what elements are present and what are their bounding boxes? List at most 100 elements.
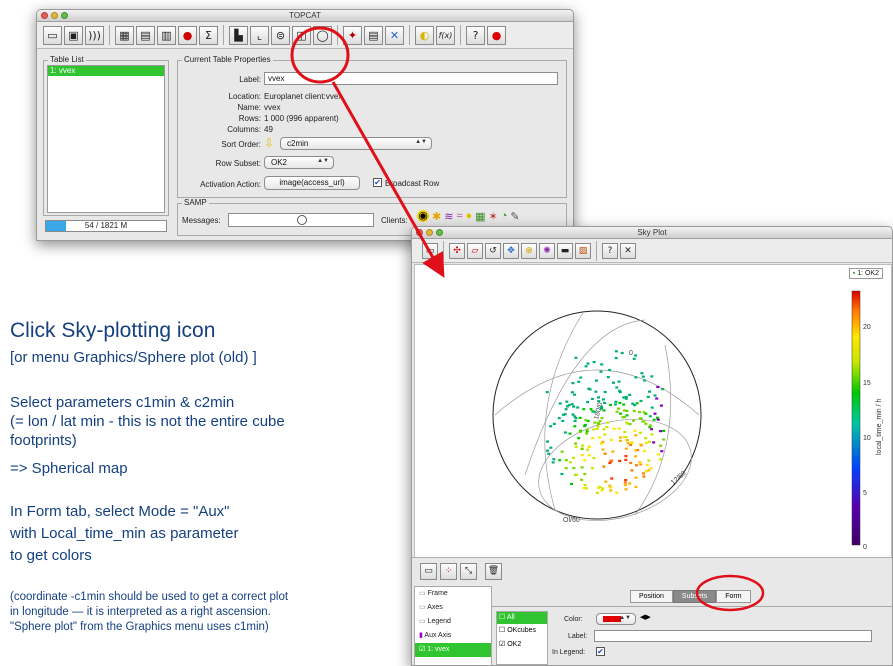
data-point: [576, 406, 580, 409]
data-point: [644, 437, 648, 440]
client-icon[interactable]: ▦: [475, 210, 485, 223]
table-metadata-icon[interactable]: ▤: [136, 25, 155, 45]
add-layer-icon[interactable]: ▭: [420, 563, 437, 580]
client-icon[interactable]: ✱: [432, 210, 441, 223]
load-table-icon[interactable]: ▭: [43, 25, 62, 45]
histogram-icon[interactable]: ▙: [229, 25, 248, 45]
data-point: [582, 486, 586, 490]
layer-item-aux-axis[interactable]: ▮ Aux Axis: [415, 629, 491, 643]
client-icon[interactable]: ✎: [510, 210, 519, 223]
activation-button[interactable]: image(access_url): [264, 176, 360, 190]
subset-item[interactable]: ☑ OK2: [497, 638, 547, 652]
screenshot-stage: TOPCAT ▭ ▣ ))) ▦ ▤ ▥ ● Σ ▙ ⌞ ⊜ ◫ ◯ ✦ ▤ ✕…: [0, 0, 893, 666]
data-point: [610, 438, 613, 441]
data-point: [615, 491, 619, 494]
data-point: [659, 404, 663, 407]
statistics-icon[interactable]: Σ: [199, 25, 218, 45]
data-point: [584, 365, 588, 368]
data-point: [618, 391, 622, 394]
cube-plot-icon[interactable]: ◫: [292, 25, 311, 45]
subsets-icon[interactable]: ●: [178, 25, 197, 45]
replot-icon[interactable]: ▭: [422, 242, 438, 259]
row-subset-select[interactable]: OK2 ▲▼: [264, 156, 334, 169]
data-point: [603, 452, 607, 455]
colorbar-tick: 10: [863, 435, 871, 442]
in-legend-checkbox[interactable]: ✔: [596, 647, 605, 656]
layer-item-frame[interactable]: ▭ Frame: [415, 587, 491, 601]
subset-item[interactable]: ☐ OKcubes: [497, 624, 547, 638]
help-icon[interactable]: ?: [466, 25, 485, 45]
delete-layer-icon[interactable]: 🗑: [485, 563, 502, 580]
sort-order-select[interactable]: c2min ▲▼: [280, 137, 432, 150]
data-point: [630, 441, 634, 444]
close-window-button[interactable]: [41, 12, 48, 19]
client-icon[interactable]: ●: [465, 210, 472, 223]
layer-points-icon[interactable]: ⁘: [440, 563, 457, 580]
data-point: [622, 403, 626, 406]
functions-icon[interactable]: f(x): [436, 25, 455, 45]
plane-plot-icon[interactable]: ⌞: [250, 25, 269, 45]
help-icon[interactable]: ?: [602, 242, 618, 259]
close-window-button[interactable]: [416, 229, 423, 236]
label-field[interactable]: vvex: [264, 72, 558, 85]
match-icon[interactable]: ✦: [343, 25, 362, 45]
zoom-window-button[interactable]: [436, 229, 443, 236]
exit-icon[interactable]: ●: [487, 25, 506, 45]
data-point: [615, 386, 619, 389]
minimize-window-button[interactable]: [51, 12, 58, 19]
sort-order-value: c2min: [287, 139, 309, 148]
plot-area[interactable]: ▪ 1: OK2 0 180/0 Ol/60 12/60 20 15 10 5 …: [414, 264, 892, 582]
hub-icon[interactable]: ◉: [417, 210, 429, 222]
rotate-icon[interactable]: ✥: [503, 242, 519, 259]
layer-label-input[interactable]: [594, 630, 872, 642]
sky-plot-icon[interactable]: ⊜: [271, 25, 290, 45]
data-point: [599, 370, 603, 373]
minimize-window-button[interactable]: [426, 229, 433, 236]
data-point: [606, 421, 610, 424]
color-select[interactable]: ▲▼: [596, 613, 636, 625]
client-icon[interactable]: ✶: [489, 210, 498, 223]
grid-icon[interactable]: ⊕: [521, 242, 537, 259]
sampling-icon[interactable]: ◐: [415, 25, 434, 45]
zoom-icon[interactable]: ▱: [467, 242, 483, 259]
tab-position[interactable]: Position: [630, 590, 673, 603]
aux-colors-icon[interactable]: ✺: [539, 242, 555, 259]
rescale-icon[interactable]: ✣: [449, 242, 465, 259]
chevron-updown-icon: ▲▼: [619, 615, 631, 621]
client-icon[interactable]: ≋: [444, 210, 453, 223]
data-point: [602, 428, 606, 431]
concatenate-icon[interactable]: ▤: [364, 25, 383, 45]
table-data-icon[interactable]: ▦: [115, 25, 134, 45]
tab-form[interactable]: Form: [716, 590, 751, 603]
column-metadata-icon[interactable]: ▥: [157, 25, 176, 45]
sphere-plot-icon[interactable]: ◯: [313, 25, 332, 45]
layer-item-axes[interactable]: ▭ Axes: [415, 601, 491, 615]
layer-item-legend[interactable]: ▭ Legend: [415, 615, 491, 629]
layer-item-table[interactable]: ☑ 1: vvex: [415, 643, 491, 657]
image-icon[interactable]: ▨: [575, 242, 591, 259]
instruction-line: In Form tab, select Mode = "Aux": [10, 503, 230, 520]
layer-vectors-icon[interactable]: ⤡: [460, 563, 477, 580]
data-point: [595, 491, 599, 494]
save-table-icon[interactable]: ▣: [64, 25, 83, 45]
reflect-icon[interactable]: ↺: [485, 242, 501, 259]
close-icon[interactable]: ✕: [620, 242, 636, 259]
broadcast-checkbox[interactable]: ✔: [373, 178, 382, 187]
data-point: [617, 427, 621, 430]
zoom-window-button[interactable]: [61, 12, 68, 19]
client-icon[interactable]: ◔: [501, 210, 508, 223]
location-value: Europlanet client:vvex: [264, 92, 343, 101]
broadcast-icon[interactable]: ))): [85, 25, 104, 45]
subset-item[interactable]: ☐ All: [497, 612, 547, 624]
data-point: [572, 456, 576, 459]
client-icon[interactable]: ≈: [456, 210, 462, 223]
cross-match-icon[interactable]: ✕: [385, 25, 404, 45]
samp-title: SAMP: [182, 198, 209, 207]
data-point: [642, 411, 646, 414]
color-stepper[interactable]: ◀▶: [640, 613, 651, 621]
tab-subsets[interactable]: Subsets: [672, 590, 717, 603]
sort-direction-icon[interactable]: ⇩: [264, 136, 274, 150]
table-list-item[interactable]: 1: vvex: [48, 66, 164, 76]
export-icon[interactable]: ▬: [557, 242, 573, 259]
name-label: Name:: [237, 103, 261, 112]
